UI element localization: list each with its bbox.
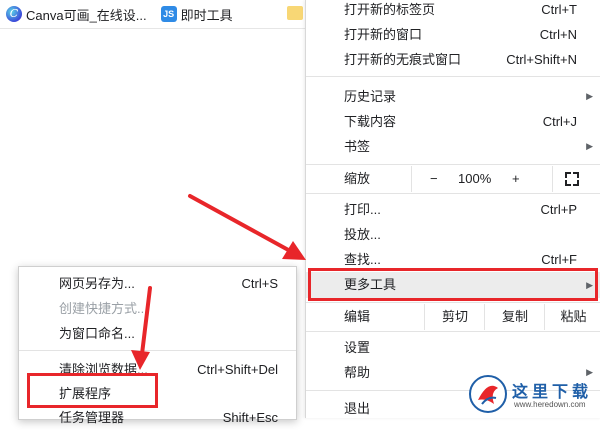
menu-item-history[interactable]: 历史记录 ▶	[306, 84, 600, 109]
submenu-separator	[19, 350, 296, 351]
js-icon: JS	[160, 6, 177, 22]
bookmarks-bar: C Canva可画_在线设... JS 即时工具	[0, 0, 305, 29]
bookmark-canva[interactable]: C Canva可画_在线设...	[0, 0, 155, 28]
menu-item-cast[interactable]: 投放...	[306, 222, 600, 247]
submenu-item-save-as[interactable]: 网页另存为... Ctrl+S	[19, 271, 296, 296]
watermark-url: www.heredown.com	[514, 400, 586, 409]
menu-item-downloads[interactable]: 下载内容 Ctrl+J	[306, 109, 600, 134]
bookmark-label: 即时工具	[180, 7, 233, 23]
zoom-level: 100%	[458, 171, 492, 186]
menu-edit-row: 编辑 剪切 复制 粘贴	[306, 304, 600, 330]
submenu-item-create-shortcut: 创建快捷方式...	[59, 301, 148, 316]
zoom-control: − 100% +	[411, 166, 553, 192]
bookmark-label: Canva可画_在线设...	[26, 7, 147, 23]
zoom-out-button[interactable]: −	[430, 166, 438, 192]
menu-separator	[306, 331, 600, 332]
menu-item-print[interactable]: 打印... Ctrl+P	[306, 197, 600, 222]
menu-item-settings[interactable]: 设置	[306, 335, 600, 360]
folder-icon[interactable]	[287, 6, 303, 20]
watermark: 这里下载 www.heredown.com	[468, 372, 600, 418]
menu-separator	[306, 302, 600, 303]
menu-item-bookmarks[interactable]: 书签 ▶	[306, 134, 600, 159]
bookmark-jishi[interactable]: JS 即时工具	[155, 0, 241, 28]
menu-separator	[306, 193, 600, 194]
menu-item-incognito[interactable]: 打开新的无痕式窗口 Ctrl+Shift+N	[306, 47, 600, 72]
submenu-item-name-window[interactable]: 为窗口命名...	[19, 321, 296, 346]
menu-zoom-row: 缩放 − 100% +	[306, 166, 600, 192]
menu-separator	[306, 76, 600, 77]
fullscreen-icon[interactable]	[565, 172, 579, 186]
menu-item-more-tools[interactable]: 更多工具 ▶	[306, 272, 600, 298]
browser-main-menu: 打开新的标签页 Ctrl+T 打开新的窗口 Ctrl+N 打开新的无痕式窗口 C…	[305, 0, 600, 418]
canva-icon: C	[6, 6, 22, 22]
zoom-in-button[interactable]: +	[512, 166, 520, 192]
watermark-logo-icon	[469, 375, 507, 413]
watermark-title: 这里下载	[512, 382, 593, 401]
submenu-item-extensions[interactable]: 扩展程序	[19, 381, 296, 406]
chevron-right-icon: ▶	[586, 280, 593, 290]
chevron-right-icon: ▶	[586, 141, 593, 151]
arrow-to-more-tools	[188, 194, 306, 260]
menu-item-new-window[interactable]: 打开新的窗口 Ctrl+N	[306, 22, 600, 47]
menu-item-new-tab[interactable]: 打开新的标签页 Ctrl+T	[306, 0, 600, 22]
chevron-right-icon: ▶	[586, 91, 593, 101]
menu-separator	[306, 164, 600, 165]
more-tools-submenu: 网页另存为... Ctrl+S 创建快捷方式... 为窗口命名... 清除浏览数…	[18, 266, 297, 425]
copy-button[interactable]: 复制	[484, 304, 545, 330]
cut-button[interactable]: 剪切	[424, 304, 485, 330]
submenu-item-clear-data[interactable]: 清除浏览数据... Ctrl+Shift+Del	[19, 357, 296, 382]
paste-button[interactable]: 粘贴	[544, 304, 600, 330]
menu-item-find[interactable]: 查找... Ctrl+F	[306, 247, 600, 272]
